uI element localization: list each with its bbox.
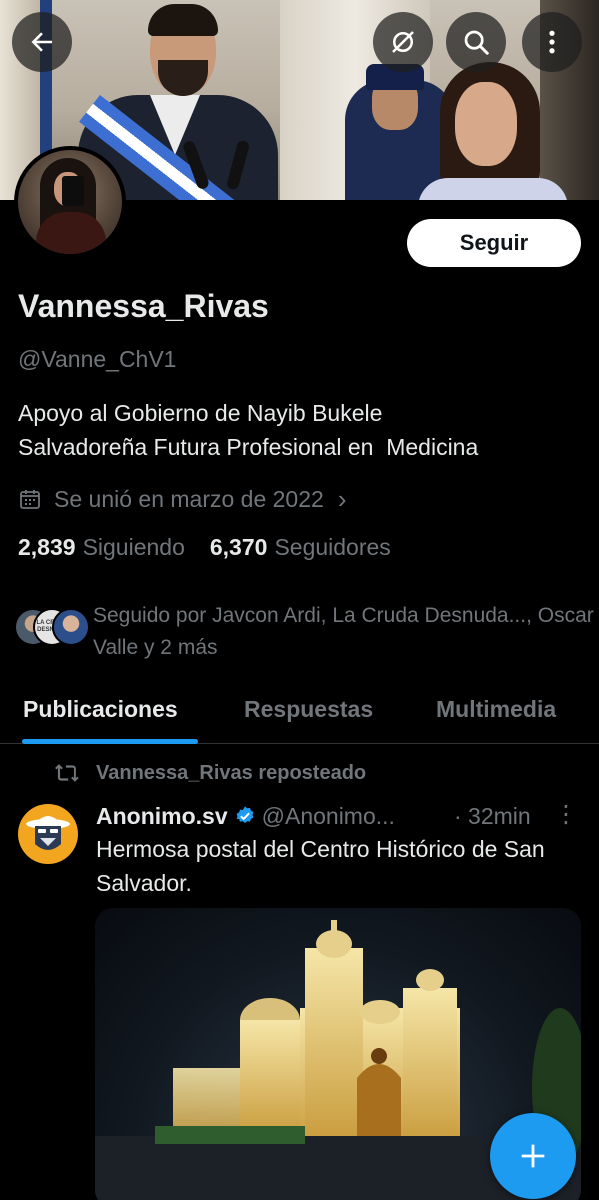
post-author-avatar[interactable]: [18, 804, 78, 864]
following-link[interactable]: 2,839 Siguiendo: [18, 534, 185, 561]
verified-badge-icon: [236, 806, 254, 824]
profile-avatar[interactable]: [14, 146, 126, 258]
follow-button[interactable]: Seguir: [407, 219, 581, 267]
search-button[interactable]: [446, 12, 506, 72]
post-author-handle[interactable]: @Anonimo...: [262, 803, 395, 830]
followed-by-avatars: LA CRUDA DESNUDA: [14, 608, 90, 648]
post-author-name[interactable]: Anonimo.sv: [96, 803, 228, 830]
active-tab-indicator: [22, 739, 198, 744]
repost-indicator[interactable]: Vannessa_Rivas reposteado: [54, 760, 366, 786]
banner-woman-dress: [418, 178, 568, 200]
tab-respuestas[interactable]: Respuestas: [244, 696, 373, 723]
chevron-right-icon: ›: [337, 483, 347, 514]
banner-man-hair: [148, 4, 218, 36]
followed-by[interactable]: LA CRUDA DESNUDA Seguido por Javcon Ardi…: [14, 600, 594, 664]
banner-man-beard: [158, 60, 208, 96]
joined-date[interactable]: Se unió en marzo de 2022 ›: [18, 484, 346, 514]
banner-woman-face: [455, 82, 517, 166]
following-count: 2,839: [18, 534, 76, 560]
calendar-icon: [20, 490, 40, 509]
back-button[interactable]: [12, 12, 72, 72]
tab-multimedia[interactable]: Multimedia: [436, 696, 556, 723]
bio-line: Salvadoreña Futura Profesional en Medici…: [18, 434, 479, 460]
repost-icon: [55, 764, 79, 782]
followers-link[interactable]: 6,370 Seguidores: [210, 534, 391, 561]
compose-post-button[interactable]: [490, 1113, 576, 1199]
hide-button[interactable]: [373, 12, 433, 72]
search-icon: [464, 30, 489, 55]
avatar: [52, 608, 90, 646]
more-button[interactable]: [522, 12, 582, 72]
followed-by-text: Seguido por Javcon Ardi, La Cruda Desnud…: [93, 604, 594, 659]
profile-bio: Apoyo al Gobierno de Nayib Bukele Salvad…: [18, 396, 588, 464]
joined-text: Se unió en marzo de 2022: [54, 485, 324, 512]
more-vertical-icon: [549, 30, 555, 54]
avatar-phone: [62, 176, 84, 206]
arrow-left-icon: [31, 32, 52, 52]
post-more-icon[interactable]: ⋮: [554, 800, 578, 829]
following-label: Siguiendo: [82, 534, 185, 560]
followers-label: Seguidores: [274, 534, 391, 560]
profile-handle: @Vanne_ChV1: [18, 346, 177, 372]
avatar-shirt: [36, 212, 106, 254]
profile-stats: 2,839 Siguiendo 6,370 Seguidores: [18, 534, 416, 561]
followers-count: 6,370: [209, 534, 268, 560]
post-header: Anonimo.sv @Anonimo... · 32min ⋮: [96, 800, 586, 832]
post-text: Hermosa postal del Centro Histórico de S…: [96, 836, 545, 896]
tab-publicaciones[interactable]: Publicaciones: [23, 696, 178, 723]
repost-label: Vannessa_Rivas reposteado: [96, 761, 367, 784]
profile-name: Vannessa_Rivas: [18, 288, 269, 324]
anonymous-mask-icon: [26, 816, 70, 850]
post-time: · 32min: [454, 802, 531, 829]
plus-icon: [521, 1144, 545, 1168]
bio-line: Apoyo al Gobierno de Nayib Bukele: [18, 400, 383, 426]
profile-tabs: Publicaciones Respuestas Multimedia: [0, 690, 599, 744]
eye-slash-icon: [392, 31, 414, 53]
